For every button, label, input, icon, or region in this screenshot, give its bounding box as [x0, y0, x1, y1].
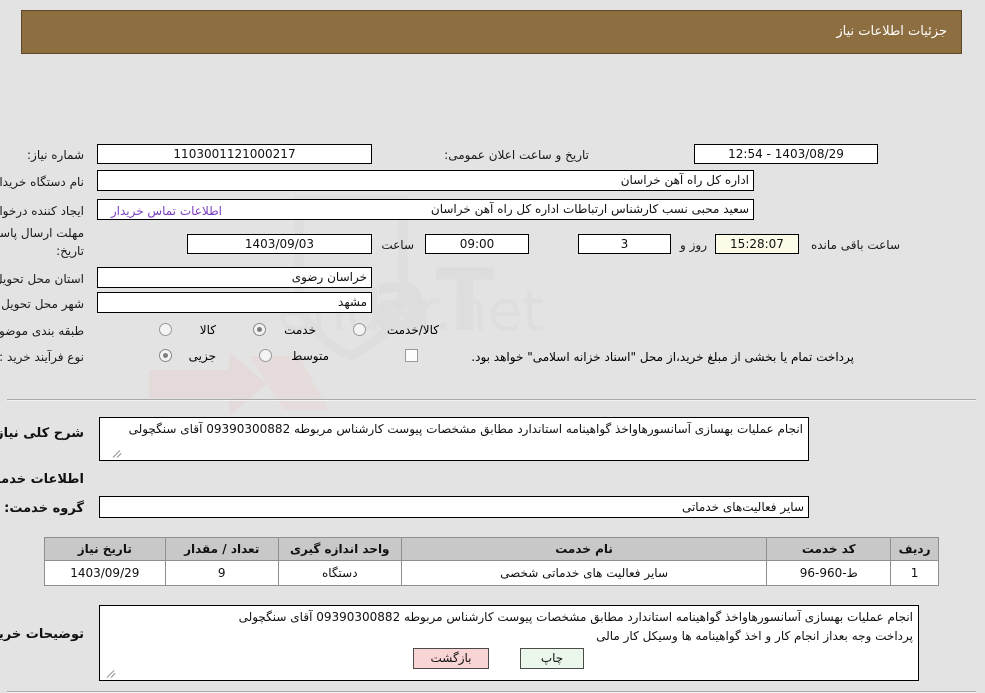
public-announce-value: 1403/08/29 - 12:54 [695, 144, 879, 164]
city-label: شهر محل تحویل: [0, 297, 85, 311]
public-announce-label: تاریخ و ساعت اعلان عمومی: [445, 148, 590, 162]
remaining-time-label: ساعت باقی مانده [811, 238, 901, 252]
cell-unit: دستگاه [278, 560, 403, 586]
radio-category-kala[interactable] [160, 323, 173, 336]
days-and-label: روز و [681, 238, 708, 252]
summary-textarea[interactable]: انجام عملیات بهسازی آسانسورهاواخذ گواهین… [100, 417, 810, 461]
city-value: مشهد [98, 292, 373, 313]
province-label: استان محل تحویل: [0, 272, 85, 286]
cell-date: 1403/09/29 [45, 560, 167, 586]
service-group-label: گروه خدمت: [5, 501, 85, 516]
services-table: ردیف کد خدمت نام خدمت واحد اندازه گیری ت… [45, 537, 940, 586]
radio-category-khedmat[interactable] [254, 323, 267, 336]
cell-code: ط-960-96 [767, 560, 893, 586]
remaining-time-value: 15:28:07 [716, 234, 800, 254]
col-quantity: تعداد / مقدار [165, 537, 280, 561]
deadline-label-line2: تاریخ: [57, 244, 85, 258]
radio-process-motavaset[interactable] [260, 349, 273, 362]
service-group-value: سایر فعالیت‌های خدماتی [100, 496, 810, 518]
radio-category-kala-label: کالا [200, 323, 217, 337]
col-unit: واحد اندازه گیری [278, 537, 403, 561]
radio-category-kala-khedmat-label: کالا/خدمت [387, 323, 440, 337]
services-heading: اطلاعات خدمات مورد نیاز [0, 472, 85, 487]
category-label: طبقه بندی موضوعی: [0, 324, 85, 338]
page-header-bar: جزئیات اطلاعات نیاز [22, 10, 963, 54]
treasury-bond-checkbox[interactable] [406, 349, 419, 362]
need-number-value: 1103001121000217 [98, 144, 373, 164]
buyer-org-label: نام دستگاه خریدار: [0, 175, 85, 189]
radio-process-jozi-label: جزیی [189, 349, 217, 363]
buyer-notes-textarea[interactable]: انجام عملیات بهسازی آسانسورهاواخذ گواهین… [100, 605, 920, 681]
province-value: خراسان رضوی [98, 267, 373, 288]
radio-process-motavaset-label: متوسط [292, 349, 330, 363]
buyer-contact-link[interactable]: اطلاعات تماس خریدار [112, 204, 223, 218]
radio-category-kala-khedmat[interactable] [354, 323, 367, 336]
deadline-hour-value: 09:00 [426, 234, 530, 254]
table-row: 1 ط-960-96 سایر فعالیت های خدماتی شخصی د… [45, 560, 940, 586]
cell-row: 1 [891, 560, 940, 586]
treasury-bond-note: پرداخت تمام یا بخشی از مبلغ خرید،از محل … [472, 350, 855, 364]
remaining-days-value: 3 [579, 234, 672, 254]
page-title: جزئیات اطلاعات نیاز [837, 24, 948, 39]
buyer-notes-label: توضیحات خریدار: [0, 627, 85, 642]
summary-label: شرح کلی نیاز: [0, 426, 85, 441]
requester-label: ایجاد کننده درخواست: [0, 204, 85, 218]
col-date: تاریخ نیاز [45, 537, 167, 561]
back-button[interactable]: بازگشت [414, 648, 490, 669]
deadline-date-value: 1403/09/03 [188, 234, 373, 254]
col-name: نام خدمت [401, 537, 769, 561]
col-row: ردیف [891, 537, 940, 561]
col-code: کد خدمت [767, 537, 893, 561]
table-header-row: ردیف کد خدمت نام خدمت واحد اندازه گیری ت… [45, 537, 940, 561]
cell-quantity: 9 [165, 560, 280, 586]
divider-top [8, 399, 977, 401]
need-number-label: شماره نیاز: [28, 148, 85, 162]
process-label: نوع فرآیند خرید : [0, 350, 85, 364]
deadline-label-line1: مهلت ارسال پاسخ: تا [0, 226, 85, 240]
buyer-org-value: اداره کل راه آهن خراسان [98, 170, 755, 191]
radio-process-jozi[interactable] [160, 349, 173, 362]
print-button[interactable]: چاپ [521, 648, 585, 669]
cell-name: سایر فعالیت های خدماتی شخصی [401, 560, 769, 586]
deadline-hour-label: ساعت [382, 238, 415, 252]
radio-category-khedmat-label: خدمت [285, 323, 317, 337]
need-details-panel: شماره نیاز: 1103001121000217 تاریخ و ساع… [0, 62, 985, 693]
